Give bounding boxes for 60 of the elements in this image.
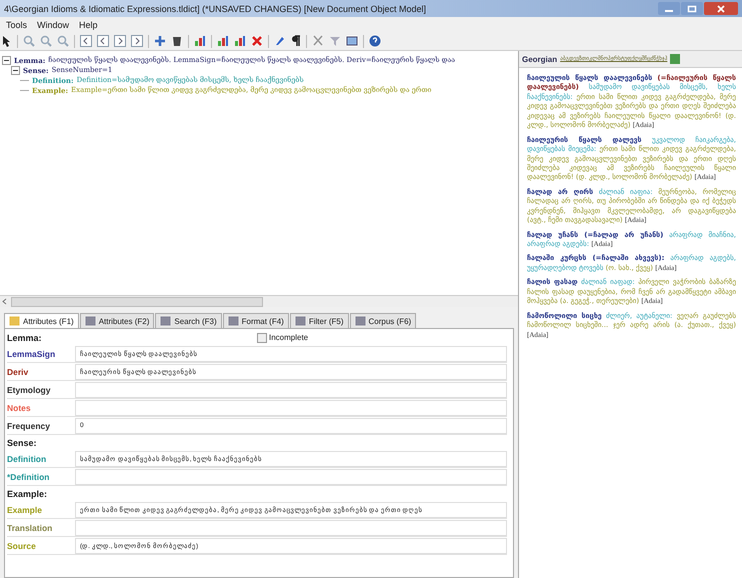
tab-icon xyxy=(9,316,20,326)
field-label: Notes xyxy=(7,402,32,412)
field-label: Etymology xyxy=(7,384,52,394)
maximize-button[interactable] xyxy=(681,2,703,15)
minimize-button[interactable] xyxy=(658,2,680,15)
input-field[interactable] xyxy=(75,468,507,484)
input-field[interactable] xyxy=(75,400,507,416)
section-label: Lemma: xyxy=(7,332,43,342)
delete-icon[interactable] xyxy=(251,35,263,47)
tab[interactable]: Attributes (F1) xyxy=(4,313,79,328)
close-icon xyxy=(716,4,726,12)
field-label: Deriv xyxy=(7,366,30,376)
pilcrow-icon[interactable] xyxy=(291,35,301,47)
scroll-left-icon[interactable] xyxy=(2,298,7,305)
horizontal-scrollbar[interactable] xyxy=(0,295,518,307)
chart-icon[interactable] xyxy=(194,35,206,47)
field-label: Translation xyxy=(7,522,54,532)
menu-item[interactable]: Tools xyxy=(6,20,28,30)
tab-icon xyxy=(160,316,172,326)
export-icon[interactable] xyxy=(670,54,680,64)
tab[interactable]: Filter (F5) xyxy=(290,313,349,328)
input-field[interactable] xyxy=(75,382,507,398)
bin-icon[interactable] xyxy=(171,35,183,47)
field-label: *Definition xyxy=(7,472,50,482)
tab[interactable]: Format (F4) xyxy=(222,313,289,328)
tab-icon xyxy=(228,316,239,326)
navigation-icon[interactable] xyxy=(114,35,126,47)
navigation-icon[interactable] xyxy=(80,35,92,47)
menu-item[interactable]: Window xyxy=(37,20,70,30)
navigation-icon[interactable] xyxy=(131,35,143,47)
expander-icon[interactable] xyxy=(2,56,11,64)
window-title: 4\Georgian Idioms & Idiomatic Expressions.tldict] (*UNSAVED CHANGES) [New Document Object Model] xyxy=(4,4,426,14)
menu-item[interactable]: Help xyxy=(79,20,98,30)
maximize-icon xyxy=(687,4,697,12)
tab-icon xyxy=(84,316,96,326)
language-label: Georgian xyxy=(522,54,558,64)
tab[interactable]: Corpus (F6) xyxy=(350,313,416,328)
field-label: Example xyxy=(7,504,43,514)
section-label: Example: xyxy=(7,488,48,498)
field-label: Definition xyxy=(7,454,48,464)
plus-icon[interactable] xyxy=(154,35,166,47)
tab-icon xyxy=(354,316,366,326)
field-label: LemmaSign xyxy=(7,348,56,358)
field-label: Source xyxy=(7,540,37,550)
chart-icon[interactable] xyxy=(217,35,229,47)
chart-icon[interactable] xyxy=(234,35,246,47)
field-label: Frequency xyxy=(7,420,51,430)
close-button[interactable] xyxy=(704,2,738,15)
help-icon[interactable] xyxy=(369,35,381,47)
cursor-icon[interactable] xyxy=(2,35,12,47)
section-label: Sense: xyxy=(7,438,38,448)
tab[interactable]: Attributes (F2) xyxy=(80,313,154,328)
tab-icon xyxy=(294,316,306,326)
pen-icon[interactable] xyxy=(274,35,286,47)
incomplete-checkbox[interactable]: Incomplete xyxy=(257,332,308,342)
navigation-icon[interactable] xyxy=(97,35,109,47)
tab[interactable]: Search (F3) xyxy=(155,313,222,328)
expander-icon[interactable] xyxy=(11,66,20,74)
input-field[interactable] xyxy=(75,520,507,536)
image-icon[interactable] xyxy=(346,35,358,47)
